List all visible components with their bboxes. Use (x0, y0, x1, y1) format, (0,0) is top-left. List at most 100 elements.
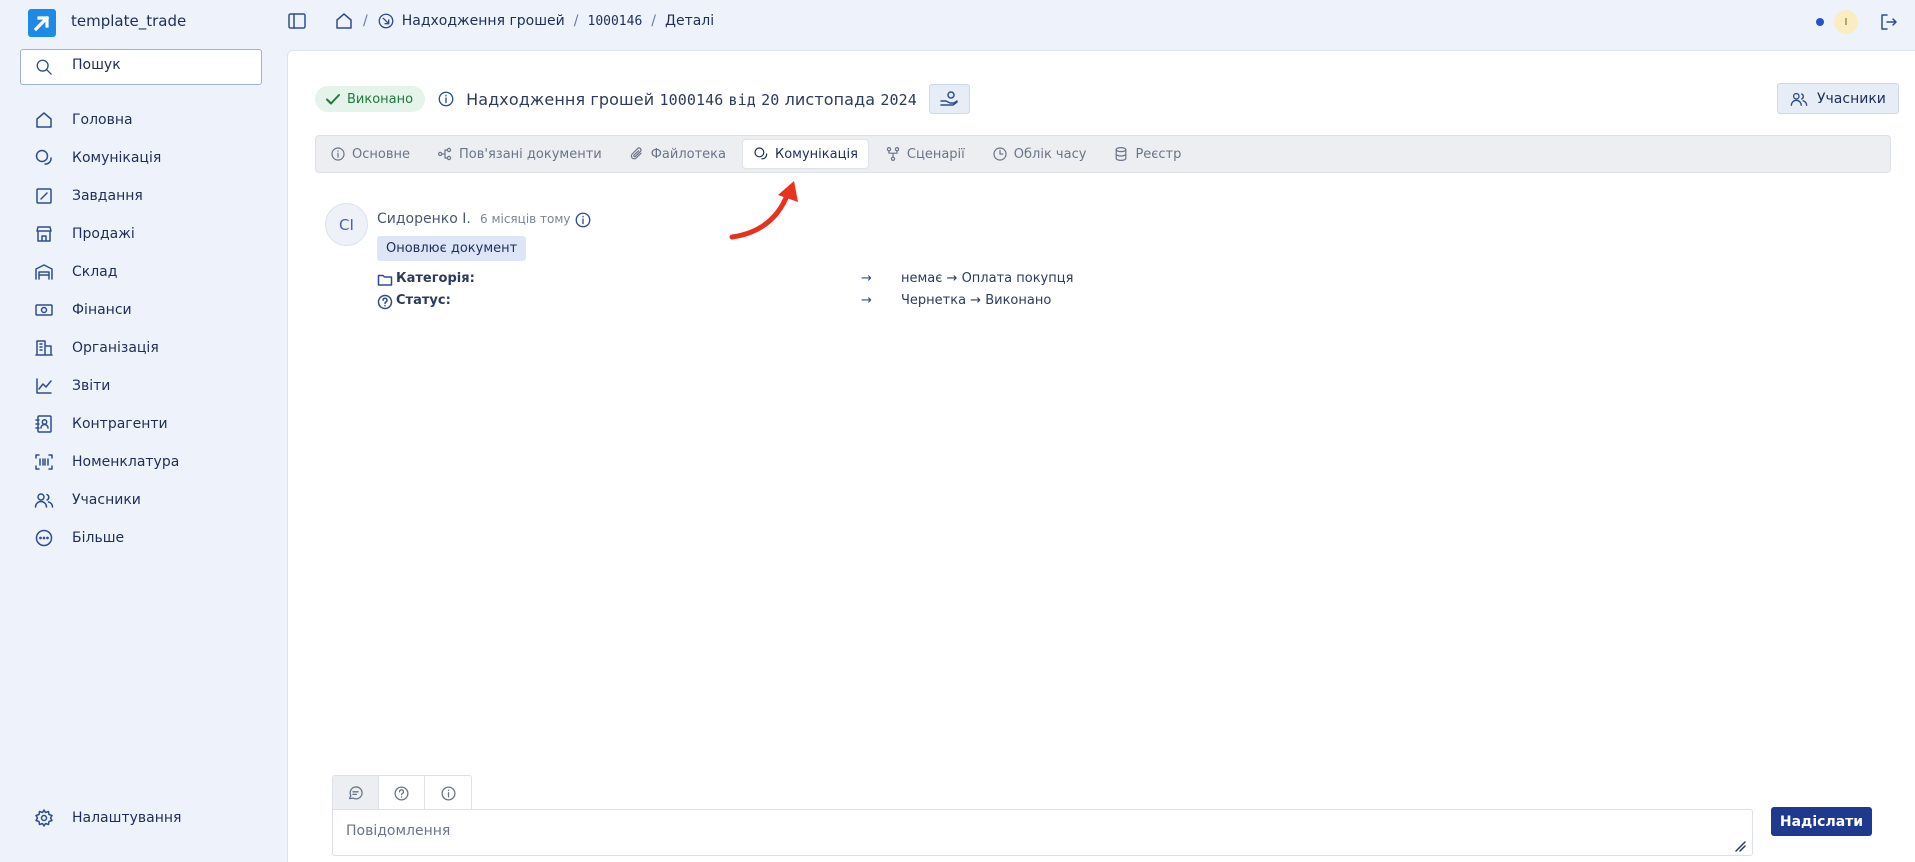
composer-tab-question[interactable] (379, 776, 425, 811)
tab-label: Облік часу (1013, 146, 1087, 162)
change-arrow: → (861, 271, 872, 286)
composer-tab-message[interactable] (333, 776, 379, 811)
sidebar-item-reports[interactable]: Звіти (0, 367, 287, 405)
money-icon (34, 300, 54, 320)
change-field: Статус: (396, 293, 451, 308)
sidebar-item-label: Більше (72, 530, 125, 546)
hand-coin-icon (939, 89, 959, 109)
tab-registry[interactable]: Реєстр (1103, 140, 1191, 168)
breadcrumb-number[interactable]: 1000146 (588, 14, 643, 29)
sidebar-item-counterparties[interactable]: Контрагенти (0, 405, 287, 443)
sidebar-item-nomenclature[interactable]: Номенклатура (0, 443, 287, 481)
payment-action-button[interactable] (928, 84, 970, 114)
sidebar-toggle-icon[interactable] (287, 12, 307, 30)
more-icon (34, 528, 54, 548)
tab-label: Комунікація (775, 146, 858, 162)
sidebar-item-settings[interactable]: Налаштування (0, 799, 287, 837)
entry-action-badge: Оновлює документ (377, 236, 527, 261)
sidebar-item-label: Контрагенти (72, 416, 168, 432)
sidebar-item-more[interactable]: Більше (0, 519, 287, 557)
users-icon (1790, 90, 1808, 108)
document-header: Виконано Надходження грошей 1000146 від … (315, 84, 970, 114)
tab-time-tracking[interactable]: Облік часу (982, 140, 1097, 168)
sidebar-item-label: Фінанси (72, 302, 132, 318)
sidebar-item-label: Учасники (72, 492, 141, 508)
sidebar-item-finance[interactable]: Фінанси (0, 291, 287, 329)
warehouse-icon (34, 262, 54, 282)
title-date-word: від (728, 90, 756, 109)
change-arrow: → (861, 293, 872, 308)
resize-handle-icon[interactable] (1734, 837, 1746, 852)
tab-label: Пов'язані документи (459, 146, 602, 162)
participants-button[interactable]: Учасники (1777, 83, 1899, 114)
online-status-dot (1816, 18, 1824, 26)
sidebar: template_trade Головна Комунікація Завда… (0, 0, 287, 862)
info-icon[interactable] (437, 90, 455, 108)
info-icon[interactable] (574, 211, 592, 229)
search-box[interactable] (20, 49, 262, 85)
database-icon (1113, 146, 1129, 162)
top-bar: / Надходження грошей / 1000146 / Деталі … (287, 0, 1915, 44)
title-number: 1000146 (659, 90, 724, 109)
user-avatar[interactable]: I (1834, 10, 1858, 34)
link-nodes-icon (437, 146, 453, 162)
send-button[interactable]: Надіслати (1771, 807, 1872, 836)
home-icon[interactable] (334, 11, 354, 31)
sidebar-item-organization[interactable]: Організація (0, 329, 287, 367)
tab-related-documents[interactable]: Пов'язані документи (427, 140, 612, 168)
message-icon (347, 785, 364, 802)
gear-icon (34, 808, 54, 828)
main-panel: Виконано Надходження грошей 1000146 від … (287, 50, 1915, 862)
tab-communication[interactable]: Комунікація (743, 140, 868, 168)
sidebar-item-sales[interactable]: Продажі (0, 215, 287, 253)
sidebar-item-label: Комунікація (72, 150, 162, 166)
document-tabs: Основне Пов'язані документи Файлотека Ко… (315, 135, 1891, 173)
paperclip-icon (629, 146, 645, 162)
building-icon (34, 338, 54, 358)
status-badge-label: Виконано (347, 91, 414, 107)
title-date-month: листопада (784, 89, 876, 109)
change-value: Чернетка → Виконано (901, 293, 1052, 308)
sidebar-nav: Головна Комунікація Завдання Продажі Скл… (0, 101, 287, 557)
avatar: СІ (325, 203, 368, 246)
sidebar-item-participants[interactable]: Учасники (0, 481, 287, 519)
search-icon (35, 58, 53, 76)
users-icon (34, 490, 54, 510)
info-icon (440, 785, 457, 802)
sidebar-item-home[interactable]: Головна (0, 101, 287, 139)
barcode-icon (34, 452, 54, 472)
tab-files[interactable]: Файлотека (619, 140, 736, 168)
question-circle-icon (393, 785, 410, 802)
message-input[interactable] (346, 823, 1706, 845)
search-input[interactable] (72, 57, 252, 73)
sidebar-item-label: Головна (72, 112, 133, 128)
change-value: немає → Оплата покупця (901, 271, 1074, 286)
app-name: template_trade (71, 12, 187, 30)
question-circle-icon (377, 294, 393, 310)
sidebar-item-label: Налаштування (72, 810, 182, 826)
clock-icon (992, 146, 1008, 162)
composer-tabs (332, 775, 472, 811)
tab-main[interactable]: Основне (320, 140, 420, 168)
breadcrumb: / Надходження грошей / 1000146 / Деталі (334, 11, 714, 31)
status-badge: Виконано (315, 86, 426, 112)
breadcrumb-separator: / (573, 13, 579, 29)
annotation-arrow (729, 181, 798, 240)
breadcrumb-separator: / (363, 13, 368, 29)
tab-scenarios[interactable]: Сценарії (875, 140, 975, 168)
contact-icon (34, 414, 54, 434)
composer-tab-info[interactable] (425, 776, 471, 811)
sidebar-item-tasks[interactable]: Завдання (0, 177, 287, 215)
chat-icon (34, 148, 54, 168)
home-icon (34, 110, 54, 130)
tab-label: Сценарії (906, 146, 965, 162)
logout-icon[interactable] (1879, 12, 1899, 32)
store-icon (34, 224, 54, 244)
check-icon (325, 91, 341, 107)
sidebar-item-communication[interactable]: Комунікація (0, 139, 287, 177)
sidebar-item-warehouse[interactable]: Склад (0, 253, 287, 291)
entry-author[interactable]: Сидоренко І. (377, 211, 471, 227)
app-logo-icon[interactable] (28, 9, 56, 37)
breadcrumb-separator: / (651, 13, 657, 29)
breadcrumb-section[interactable]: Надходження грошей (402, 13, 565, 29)
